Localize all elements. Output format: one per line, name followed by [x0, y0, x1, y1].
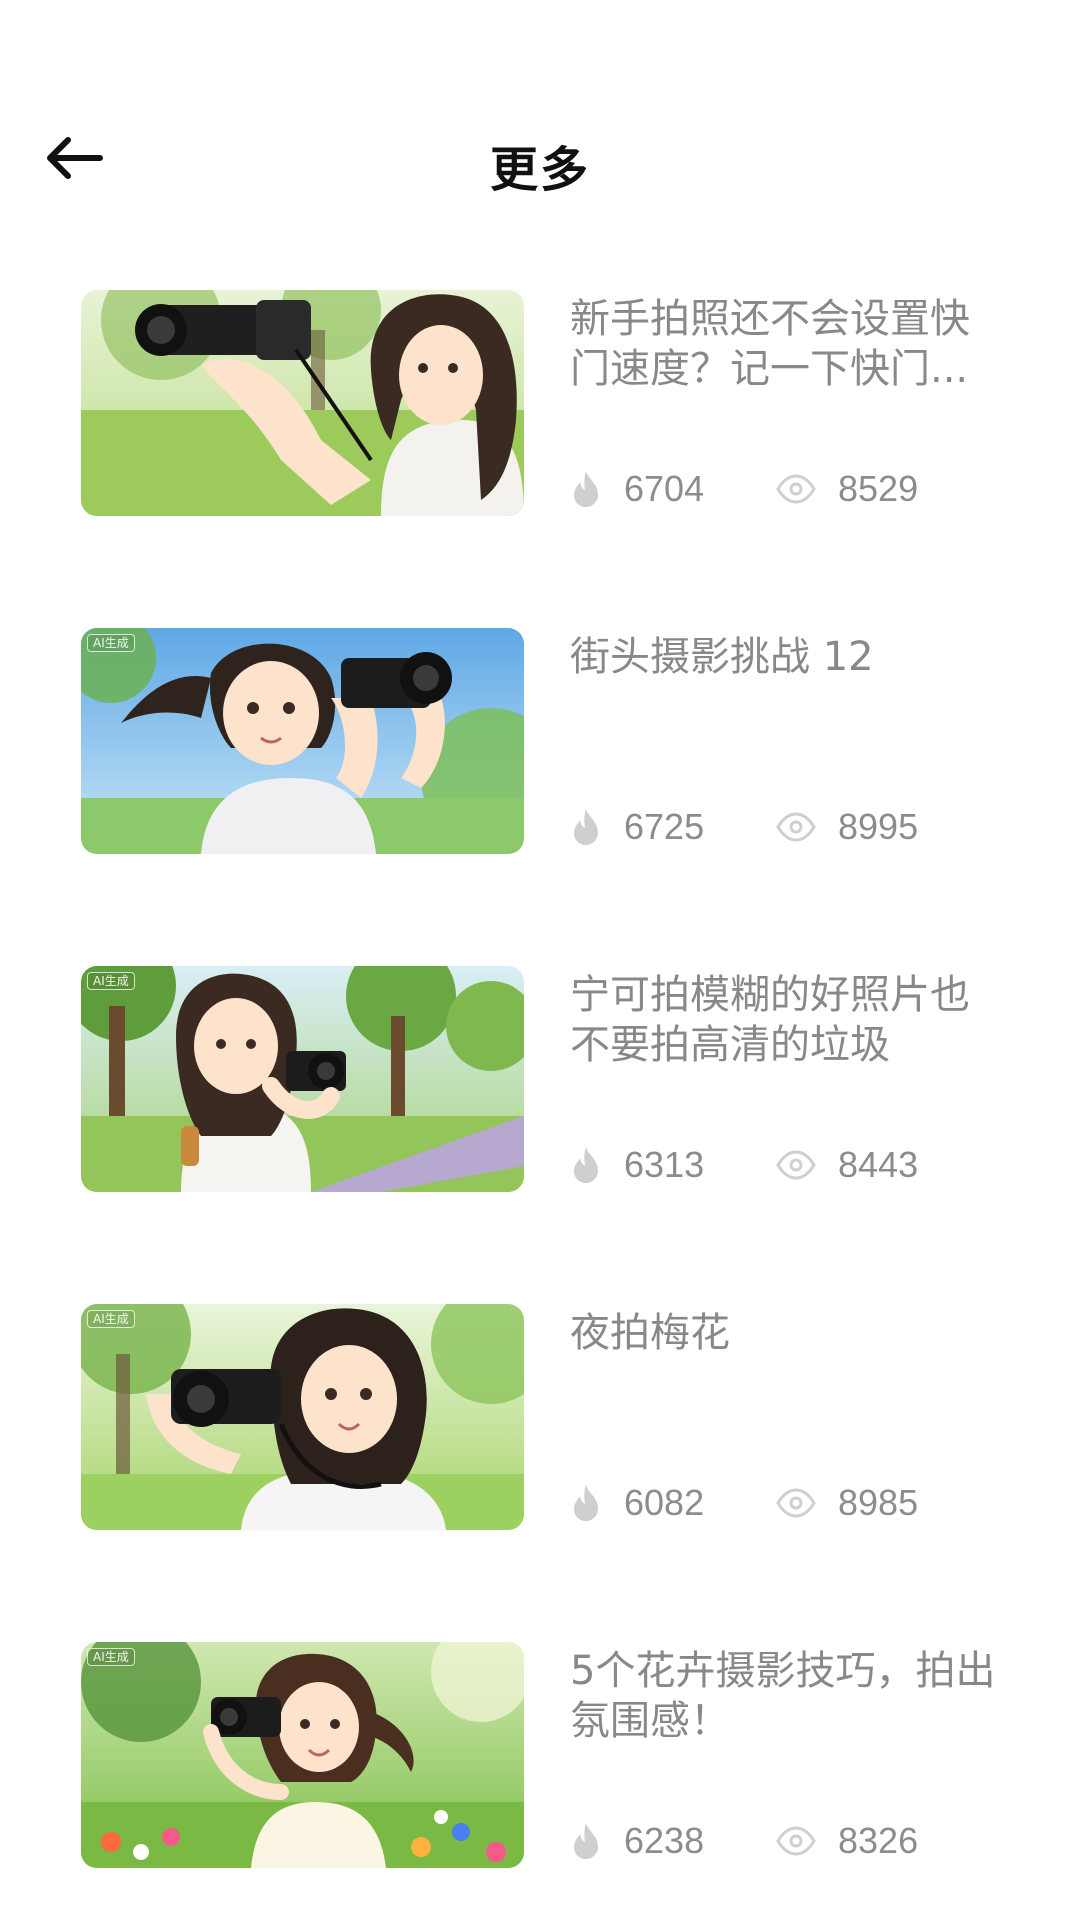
thumbnail-image: AI生成 [81, 966, 524, 1192]
eye-icon [776, 1826, 816, 1856]
top-bar: 更多 [0, 100, 1080, 230]
view-count: 8995 [776, 804, 918, 850]
eye-icon [776, 1150, 816, 1180]
hot-value: 6313 [624, 1144, 705, 1185]
item-stats: 6725 8995 [570, 804, 990, 850]
list-item[interactable]: AI生成 5个花卉摄影技巧，拍出氛围感！ 6238 8326 [81, 1642, 1021, 1868]
hot-count: 6704 [570, 466, 704, 512]
ai-generated-badge: AI生成 [87, 972, 135, 990]
thumbnail-image: AI生成 [81, 628, 524, 854]
view-count: 8443 [776, 1142, 918, 1188]
view-count: 8326 [776, 1818, 918, 1864]
hot-value: 6704 [624, 468, 705, 509]
item-stats: 6082 8985 [570, 1480, 990, 1526]
item-title: 宁可拍模糊的好照片也不要拍高清的垃圾 [570, 972, 970, 1068]
views-value: 8529 [838, 468, 919, 509]
item-stats: 6238 8326 [570, 1818, 990, 1864]
eye-icon [776, 474, 816, 504]
thumbnail-image: AI生成 [81, 1642, 524, 1868]
thumbnail-image: AI生成 [81, 1304, 524, 1530]
ai-generated-badge: AI生成 [87, 1310, 135, 1328]
list-item[interactable]: 新手拍照还不会设置快门速度？记一下快门... 6704 8529 [81, 290, 1021, 516]
ai-generated-badge: AI生成 [87, 1648, 135, 1666]
item-title: 街头摄影挑战 12 [570, 634, 874, 680]
item-stats: 6704 8529 [570, 466, 990, 512]
eye-icon [776, 1488, 816, 1518]
list-item[interactable]: AI生成 街头摄影挑战 12 6725 8995 [81, 628, 1021, 854]
list-item[interactable]: AI生成 夜拍梅花 6082 8985 [81, 1304, 1021, 1530]
flame-icon [574, 1147, 598, 1183]
views-value: 8985 [838, 1482, 919, 1523]
flame-icon [574, 471, 598, 507]
views-value: 8995 [838, 806, 919, 847]
flame-icon [574, 809, 598, 845]
hot-value: 6725 [624, 806, 705, 847]
page-title: 更多 [489, 142, 590, 198]
view-count: 8985 [776, 1480, 918, 1526]
hot-value: 6238 [624, 1820, 705, 1861]
eye-icon [776, 812, 816, 842]
views-value: 8326 [838, 1820, 919, 1861]
item-title: 新手拍照还不会设置快门速度？记一下快门... [570, 296, 970, 392]
item-title: 夜拍梅花 [570, 1310, 730, 1356]
hot-count: 6313 [570, 1142, 704, 1188]
flame-icon [574, 1485, 598, 1521]
hot-count: 6725 [570, 804, 704, 850]
thumbnail-image [81, 290, 524, 516]
view-count: 8529 [776, 466, 918, 512]
list-item[interactable]: AI生成 宁可拍模糊的好照片也不要拍高清的垃圾 6313 8443 [81, 966, 1021, 1192]
hot-count: 6238 [570, 1818, 704, 1864]
hot-value: 6082 [624, 1482, 705, 1523]
item-stats: 6313 8443 [570, 1142, 990, 1188]
item-title: 5个花卉摄影技巧，拍出氛围感！ [570, 1648, 996, 1744]
hot-count: 6082 [570, 1480, 704, 1526]
ai-generated-badge: AI生成 [87, 634, 135, 652]
views-value: 8443 [838, 1144, 919, 1185]
flame-icon [574, 1823, 598, 1859]
